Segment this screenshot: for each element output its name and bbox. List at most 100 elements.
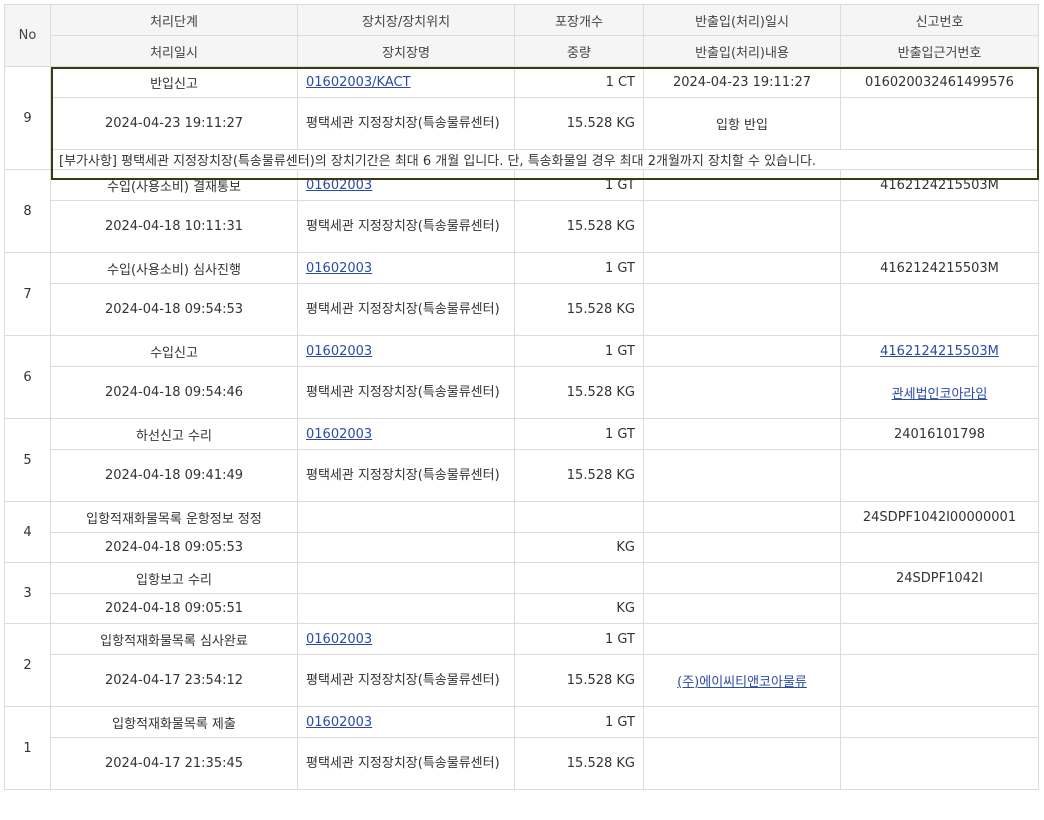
- declaration-number-cell: 016020032461499576: [840, 66, 1039, 98]
- row-number: 7: [4, 252, 51, 336]
- table-row: 9 반입신고 01602003/KACT 1 CT 2024-04-23 19:…: [4, 66, 1039, 170]
- package-count: 1 GT: [514, 418, 644, 450]
- row-number: 5: [4, 418, 51, 502]
- processing-step: 수입(사용소비) 결재통보: [50, 169, 298, 201]
- row-number: 4: [4, 501, 51, 563]
- table-row: 2024-04-18 09:41:49 평택세관 지정장치장(특송물류센터) 1…: [5, 449, 1039, 502]
- declaration-number-link[interactable]: 4162124215503M: [880, 344, 999, 359]
- table-row-note: [부가사항] 평택세관 지정장치장(특송물류센터)의 장치기간은 최대 6 개월…: [5, 149, 1039, 170]
- header-io-datetime: 반출입(처리)일시: [643, 4, 841, 36]
- weight: 15.528 KG: [514, 449, 644, 502]
- row-number: 2: [4, 623, 51, 707]
- processing-step: 반입신고: [50, 66, 298, 98]
- table-row-group-8: 8 수입(사용소비) 결재통보 01602003 1 GT 4162124215…: [4, 169, 1039, 253]
- declaration-number-cell: [840, 623, 1039, 655]
- basis-number-cell: 관세법인코아라임: [840, 366, 1039, 419]
- location-code-link[interactable]: 01602003/KACT: [306, 75, 411, 90]
- weight: 15.528 KG: [514, 97, 644, 150]
- io-content-cell: [643, 283, 841, 336]
- location-code-cell: 01602003: [297, 169, 515, 201]
- io-datetime: [643, 335, 841, 367]
- location-name: [297, 593, 515, 624]
- basis-number-cell: [840, 200, 1039, 253]
- io-content-link[interactable]: (주)에이씨티앤코아물류: [677, 675, 807, 690]
- location-code-link[interactable]: 01602003: [306, 178, 372, 193]
- declaration-number: 4162124215503M: [880, 260, 999, 276]
- header-location: 장치장/장치위치: [297, 4, 515, 36]
- header-io-content: 반출입(처리)내용: [643, 35, 841, 67]
- package-count: 1 GT: [514, 335, 644, 367]
- location-code-cell: 01602003/KACT: [297, 66, 515, 98]
- io-content-cell: [643, 593, 841, 624]
- io-content-cell: [643, 737, 841, 790]
- processing-time: 2024-04-23 19:11:27: [50, 97, 298, 150]
- location-code-cell: [297, 501, 515, 533]
- location-code-cell: 01602003: [297, 252, 515, 284]
- package-count: [514, 501, 644, 533]
- location-name: 평택세관 지정장치장(특송물류센터): [297, 283, 515, 336]
- table-row: 5 하선신고 수리 01602003 1 GT 24016101798: [4, 418, 1039, 502]
- location-code-link[interactable]: 01602003: [306, 261, 372, 276]
- processing-time: 2024-04-17 23:54:12: [50, 654, 298, 707]
- basis-number-cell: [840, 449, 1039, 502]
- table-row-group-1: 1 입항적재화물목록 제출 01602003 1 GT 2024-04-17 2…: [4, 706, 1039, 790]
- header-location-name: 장치장명: [297, 35, 515, 67]
- table-header: No 처리단계 장치장/장치위치 포장개수 반출입(처리)일시 신고번호 처리일…: [4, 4, 1039, 67]
- io-datetime: [643, 252, 841, 284]
- location-code-link[interactable]: 01602003: [306, 715, 372, 730]
- processing-step: 입항적재화물목록 제출: [50, 706, 298, 738]
- weight: KG: [514, 593, 644, 624]
- io-content-cell: (주)에이씨티앤코아물류: [643, 654, 841, 707]
- basis-number-link[interactable]: 관세법인코아라임: [892, 387, 988, 402]
- cargo-progress-table-wrapper: No 처리단계 장치장/장치위치 포장개수 반출입(처리)일시 신고번호 처리일…: [4, 4, 1039, 790]
- basis-number-cell: [840, 283, 1039, 336]
- row-number: 9: [4, 66, 51, 170]
- declaration-number-cell: 4162124215503M: [840, 169, 1039, 201]
- table-row: 8 수입(사용소비) 결재통보 01602003 1 GT 4162124215…: [4, 169, 1039, 253]
- declaration-number: 016020032461499576: [865, 74, 1014, 90]
- header-weight: 중량: [514, 35, 644, 67]
- header-processing-time: 처리일시: [50, 35, 298, 67]
- declaration-number-cell: [840, 706, 1039, 738]
- io-content: 입항 반입: [716, 118, 768, 133]
- basis-number-cell: [840, 737, 1039, 790]
- io-content-cell: [643, 366, 841, 419]
- processing-step: 입항적재화물목록 심사완료: [50, 623, 298, 655]
- package-count: 1 GT: [514, 623, 644, 655]
- location-name: 평택세관 지정장치장(특송물류센터): [297, 449, 515, 502]
- table-row-group-4: 4 입항적재화물목록 운항정보 정정 24SDPF1042I00000001 2…: [4, 501, 1039, 563]
- location-code-link[interactable]: 01602003: [306, 427, 372, 442]
- location-code-cell: [297, 562, 515, 594]
- declaration-number-cell: 24016101798: [840, 418, 1039, 450]
- header-basis-number: 반출입근거번호: [840, 35, 1039, 67]
- processing-time: 2024-04-18 10:11:31: [50, 200, 298, 253]
- location-code-cell: 01602003: [297, 418, 515, 450]
- io-content-cell: [643, 449, 841, 502]
- location-name: 평택세관 지정장치장(특송물류센터): [297, 654, 515, 707]
- declaration-number: 24SDPF1042I: [895, 570, 984, 586]
- table-row: 6 수입신고 01602003 1 GT 4162124215503M: [4, 335, 1039, 419]
- processing-time: 2024-04-18 09:54:53: [50, 283, 298, 336]
- basis-number-cell: [840, 97, 1039, 150]
- io-datetime: [643, 706, 841, 738]
- io-datetime: 2024-04-23 19:11:27: [643, 66, 841, 98]
- io-datetime: [643, 169, 841, 201]
- declaration-number: 24SDPF1042I00000001: [862, 509, 1017, 525]
- processing-time: 2024-04-18 09:54:46: [50, 366, 298, 419]
- io-content-cell: [643, 532, 841, 563]
- io-datetime: [643, 418, 841, 450]
- table-row: 3 입항보고 수리 24SDPF1042I: [4, 562, 1039, 624]
- table-row-group-6: 6 수입신고 01602003 1 GT 4162124215503M 2024…: [4, 335, 1039, 419]
- weight: 15.528 KG: [514, 737, 644, 790]
- location-code-cell: 01602003: [297, 706, 515, 738]
- processing-time: 2024-04-18 09:05:51: [50, 593, 298, 624]
- declaration-number: 24016101798: [894, 426, 985, 442]
- basis-number-cell: [840, 593, 1039, 624]
- header-declaration-number: 신고번호: [840, 4, 1039, 36]
- io-datetime: [643, 501, 841, 533]
- location-code-link[interactable]: 01602003: [306, 632, 372, 647]
- additional-note: [부가사항] 평택세관 지정장치장(특송물류센터)의 장치기간은 최대 6 개월…: [50, 149, 1039, 170]
- location-name: [297, 532, 515, 563]
- processing-time: 2024-04-17 21:35:45: [50, 737, 298, 790]
- location-code-link[interactable]: 01602003: [306, 344, 372, 359]
